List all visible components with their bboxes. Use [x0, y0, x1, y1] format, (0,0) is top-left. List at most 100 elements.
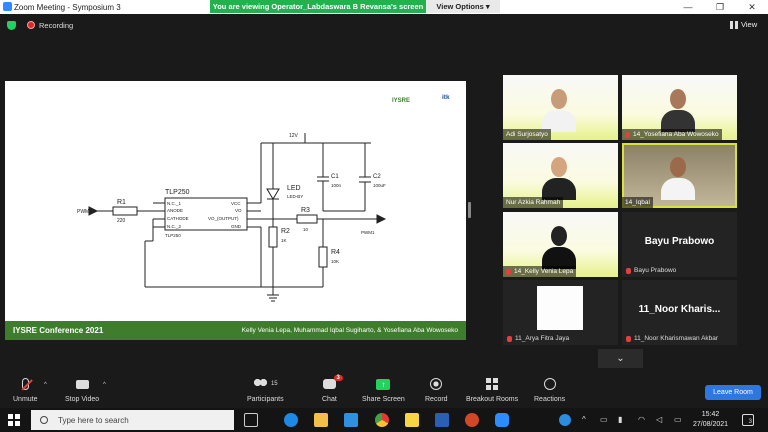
minimize-button[interactable]: — — [672, 0, 704, 14]
circuit-diagram: PWM R1 220 TLP250 N.C._1 ANODE CATHODE N… — [77, 133, 387, 302]
participant-tile[interactable]: 14_Kelly Venia Lepa — [503, 212, 618, 277]
zoom-taskbar-icon[interactable] — [495, 413, 509, 427]
reactions-button[interactable]: Reactions — [534, 377, 565, 403]
share-screen-button[interactable]: ↑ Share Screen — [362, 377, 405, 403]
participants-icon — [252, 379, 268, 389]
notification-center-icon[interactable]: 3 — [742, 414, 754, 426]
unmute-label: Unmute — [13, 396, 38, 403]
sticky-notes-icon[interactable] — [405, 413, 419, 427]
participant-name-bar: Bayu Prabowo — [626, 267, 676, 274]
muted-mic-icon — [506, 268, 511, 275]
participant-name-bar: 14_Kelly Venia Lepa — [503, 266, 577, 277]
split-drag-handle[interactable] — [468, 202, 471, 218]
meeting-topbar: Recording View — [0, 14, 768, 36]
r4-value: 10K — [331, 259, 339, 264]
led-label: LED — [287, 185, 301, 192]
participant-video — [661, 89, 695, 132]
file-explorer-icon[interactable] — [314, 413, 328, 427]
participant-tile[interactable]: 11_Noor Kharis... 11_Noor Kharismawan Ak… — [622, 280, 737, 345]
itk-logo: itk — [442, 94, 450, 101]
task-view-icon[interactable] — [244, 413, 258, 427]
participant-name: Bayu Prabowo — [634, 267, 677, 274]
breakout-rooms-icon — [486, 378, 499, 390]
record-button[interactable]: Record — [425, 377, 448, 403]
muted-mic-icon — [21, 378, 33, 391]
windows-taskbar: Type here to search ^ ▭ ▮ ◠ ◁ ▭ 15:42 27… — [0, 408, 768, 432]
resistor-r4 — [318, 246, 328, 268]
ic-pin-8: VCC — [231, 201, 241, 206]
ic-name: TLP250 — [165, 189, 190, 196]
close-button[interactable]: ✕ — [736, 0, 768, 14]
chat-button[interactable]: 3 Chat — [322, 375, 343, 403]
edge-browser-icon[interactable] — [284, 413, 298, 427]
participant-tile[interactable]: Adi Surjosatyo — [503, 75, 618, 140]
chat-icon: 3 — [322, 375, 343, 389]
meeting-toolbar: Unmute ^ Stop Video ^ 15 Participants 3 … — [0, 373, 768, 408]
c2-label: C2 — [373, 174, 381, 180]
language-icon[interactable]: ▭ — [674, 415, 682, 424]
show-hidden-icons-icon[interactable]: ^ — [582, 415, 586, 424]
clock-date: 27/08/2021 — [693, 421, 729, 428]
recording-label: Recording — [39, 21, 74, 30]
c1-value: 100n — [331, 183, 342, 188]
view-options-button[interactable]: View Options ▾ — [426, 0, 500, 13]
stop-video-button[interactable]: Stop Video — [65, 377, 99, 403]
windows-start-icon[interactable] — [8, 414, 20, 426]
participant-tile[interactable]: Nur Azkia Rahmah — [503, 143, 618, 208]
r2-value: 1K — [281, 238, 287, 243]
participant-video — [661, 157, 695, 200]
ic-pin-7: VO — [235, 208, 242, 213]
maximize-button[interactable]: ❐ — [704, 0, 736, 14]
help-icon[interactable] — [559, 414, 571, 426]
network-icon[interactable]: ▭ — [600, 415, 608, 424]
leave-room-button[interactable]: Leave Room — [705, 385, 761, 400]
shared-screen: PWM R1 220 TLP250 N.C._1 ANODE CATHODE N… — [5, 81, 466, 340]
breakout-rooms-button[interactable]: Breakout Rooms — [466, 377, 518, 403]
search-placeholder: Type here to search — [58, 415, 129, 425]
participant-name-bar: Nur Azkia Rahmah — [503, 197, 564, 208]
window-controls: — ❐ ✕ — [672, 0, 768, 14]
muted-mic-icon — [626, 335, 631, 342]
stop-video-label: Stop Video — [65, 396, 100, 403]
resistor-r1 — [112, 206, 138, 216]
participant-name-bar: Adi Surjosatyo — [503, 129, 551, 140]
more-participants-button[interactable]: ⌄ — [598, 349, 643, 368]
muted-mic-icon — [507, 335, 512, 342]
led-symbol — [266, 188, 280, 200]
word-icon[interactable] — [435, 413, 449, 427]
participant-tile[interactable]: 11_Arya Fitra Jaya — [503, 280, 618, 345]
participants-button[interactable]: 15 Participants — [247, 377, 284, 403]
participant-tile-active-speaker[interactable]: 14_Iqbal — [622, 143, 737, 208]
reactions-label: Reactions — [534, 396, 566, 403]
audio-options-caret[interactable]: ^ — [44, 382, 47, 388]
taskbar-search-input[interactable]: Type here to search — [31, 410, 234, 430]
view-button[interactable]: View — [730, 18, 762, 31]
taskbar-clock[interactable]: 15:42 27/08/2021 — [693, 410, 728, 430]
v12-label: 12V — [289, 133, 299, 139]
battery-icon[interactable]: ▮ — [618, 415, 622, 424]
record-icon — [430, 378, 443, 390]
search-icon — [40, 416, 48, 424]
r2-label: R2 — [281, 228, 290, 235]
participant-tile[interactable]: Bayu Prabowo Bayu Prabowo — [622, 212, 737, 277]
powerpoint-icon[interactable] — [465, 413, 479, 427]
unmute-button[interactable]: Unmute — [13, 377, 38, 403]
participant-name: Nur Azkia Rahmah — [506, 199, 561, 206]
pwm-out-arrow — [376, 214, 387, 224]
mail-icon[interactable] — [344, 413, 358, 427]
volume-icon[interactable]: ◁ — [656, 415, 662, 424]
slide-footer: IYSRE Conference 2021 Kelly Venia Lepa, … — [5, 321, 466, 340]
grid-icon — [730, 20, 738, 29]
resistor-r2 — [268, 226, 278, 248]
wifi-icon[interactable]: ◠ — [638, 415, 645, 424]
ic-pin-1: N.C._1 — [167, 201, 182, 206]
c2-value: 100uF — [373, 183, 386, 188]
chrome-icon[interactable] — [375, 413, 389, 427]
video-options-caret[interactable]: ^ — [103, 382, 106, 388]
reactions-icon — [543, 378, 556, 390]
participant-tile[interactable]: 14_Yosefiana Aba Wowoseko — [622, 75, 737, 140]
ic-pin-6: VO_(OUTPUT) — [208, 216, 239, 221]
breakout-rooms-label: Breakout Rooms — [466, 396, 519, 403]
shield-icon[interactable] — [7, 21, 16, 30]
slide-authors: Kelly Venia Lepa, Muhammad Iqbal Sugihar… — [241, 327, 458, 334]
